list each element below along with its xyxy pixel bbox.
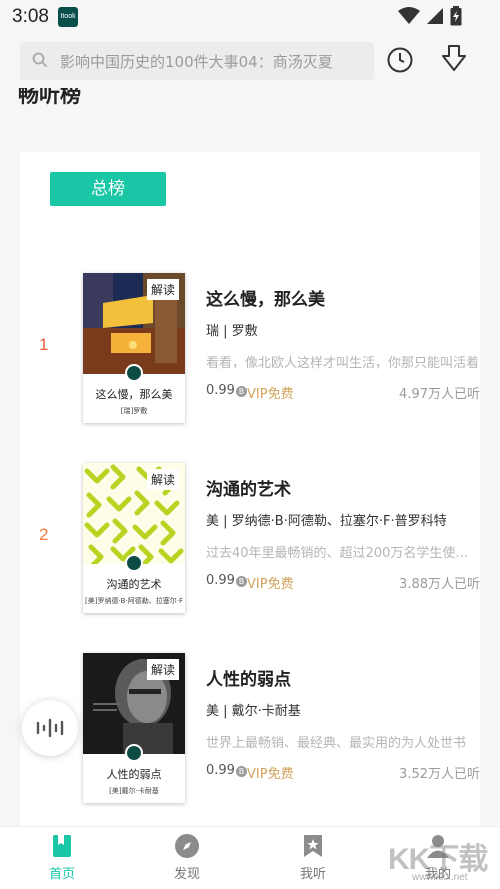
book-row[interactable]: 2 解读 沟通的艺术 [美]罗纳德·B·阿德勒、拉塞尔·F·普罗科特 沟通的艺术 bbox=[20, 463, 480, 623]
nav-discover[interactable]: 发现 bbox=[147, 833, 227, 882]
book-description: 看看，像北欧人这样才叫生活，你那只能叫活着 bbox=[206, 356, 480, 371]
cellular-signal-icon bbox=[427, 8, 443, 24]
book-cover[interactable]: 解读 这么慢，那么美 [瑞]罗敷 bbox=[83, 273, 185, 423]
cover-title: 沟通的艺术 bbox=[106, 578, 162, 591]
nav-label: 发现 bbox=[173, 867, 200, 882]
status-time: 3:08 bbox=[12, 6, 49, 27]
nav-label: 我听 bbox=[299, 867, 326, 882]
coin-icon: B bbox=[235, 386, 247, 397]
wifi-icon bbox=[398, 7, 420, 24]
compass-icon bbox=[175, 834, 199, 858]
cover-badge: 解读 bbox=[146, 659, 179, 680]
tab-total-ranking[interactable]: 总榜 bbox=[50, 172, 166, 206]
star-bookmark-icon bbox=[304, 835, 322, 857]
search-placeholder: 影响中国历史的100件大事04：商汤灭夏 bbox=[60, 53, 333, 71]
cover-author: [美]戴尔·卡耐基 bbox=[109, 787, 159, 795]
book-title[interactable]: 这么慢，那么美 bbox=[206, 285, 325, 310]
cover-badge: 解读 bbox=[146, 279, 179, 300]
status-icons bbox=[398, 6, 462, 26]
book-cover[interactable]: 解读 沟通的艺术 [美]罗纳德·B·阿德勒、拉塞尔·F·普罗科特 bbox=[83, 463, 185, 613]
ranking-card: 总榜 1 解读 这么慢，那么美 [瑞]罗敷 这么慢，那么美 瑞 | 罗敷 看看，… bbox=[20, 152, 480, 828]
vip-free-label: VIP免费 bbox=[247, 387, 294, 402]
book-author: 美 | 罗纳德·B·阿德勒、拉塞尔·F·普罗科特 bbox=[206, 514, 447, 529]
rank-number: 2 bbox=[39, 525, 49, 544]
battery-icon bbox=[450, 6, 462, 26]
publisher-logo-icon bbox=[125, 744, 143, 762]
search-icon bbox=[32, 52, 48, 68]
book-author: 美 | 戴尔·卡耐基 bbox=[206, 704, 301, 719]
cover-title: 这么慢，那么美 bbox=[95, 388, 173, 401]
watermark-url: www.kkx.net bbox=[412, 872, 468, 883]
listen-count: 4.97万人已听 bbox=[399, 387, 480, 402]
floating-player-button[interactable] bbox=[22, 700, 78, 756]
history-clock-icon[interactable] bbox=[386, 46, 414, 74]
section-title: 畅听榜 bbox=[18, 88, 81, 107]
watermark: KK下载 www.kkx.net bbox=[388, 834, 498, 888]
book-description: 世界上最畅销、最经典、最实用的为人处世书 bbox=[206, 736, 467, 751]
publisher-logo-icon bbox=[125, 554, 143, 572]
cover-author: [美]罗纳德·B·阿德勒、拉塞尔·F·普罗科特 bbox=[85, 597, 183, 605]
publisher-logo-icon bbox=[125, 364, 143, 382]
nav-my-listening[interactable]: 我听 bbox=[273, 833, 353, 882]
search-input[interactable]: 影响中国历史的100件大事04：商汤灭夏 bbox=[20, 42, 374, 80]
book-cover[interactable]: 解读 人性的弱点 [美]戴尔·卡耐基 bbox=[83, 653, 185, 803]
book-price: 0.99 B bbox=[206, 573, 247, 588]
coin-icon: B bbox=[235, 576, 247, 587]
book-price: 0.99 B bbox=[206, 763, 247, 778]
book-row[interactable]: 解读 人性的弱点 [美]戴尔·卡耐基 人性的弱点 美 | 戴尔·卡耐基 世界上最… bbox=[20, 653, 480, 813]
bookmark-icon bbox=[53, 835, 71, 857]
book-title[interactable]: 沟通的艺术 bbox=[206, 475, 291, 500]
status-bar: 3:08 Itook bbox=[0, 0, 500, 34]
book-title[interactable]: 人性的弱点 bbox=[206, 665, 291, 690]
vip-free-label: VIP免费 bbox=[247, 577, 294, 592]
book-price: 0.99 B bbox=[206, 383, 247, 398]
cover-author: [瑞]罗敷 bbox=[120, 407, 148, 415]
nav-label: 首页 bbox=[48, 867, 75, 882]
cover-title: 人性的弱点 bbox=[106, 768, 162, 781]
listen-count: 3.88万人已听 bbox=[399, 577, 480, 592]
book-row[interactable]: 1 解读 这么慢，那么美 [瑞]罗敷 这么慢，那么美 瑞 | 罗敷 看看，像北欧… bbox=[20, 273, 480, 433]
coin-icon: B bbox=[235, 766, 247, 777]
rank-number: 1 bbox=[39, 335, 49, 354]
book-author: 瑞 | 罗敷 bbox=[206, 324, 258, 339]
listen-count: 3.52万人已听 bbox=[399, 767, 480, 782]
audio-wave-icon bbox=[36, 718, 64, 738]
cover-badge: 解读 bbox=[146, 469, 179, 490]
vip-free-label: VIP免费 bbox=[247, 767, 294, 782]
top-bar: 影响中国历史的100件大事04：商汤灭夏 bbox=[0, 34, 500, 90]
app-notification-icon: Itook bbox=[58, 7, 78, 27]
book-description: 过去40年里最畅销的、超过200万名学生使用的沟通教材 bbox=[206, 546, 480, 561]
nav-home[interactable]: 首页 bbox=[22, 833, 102, 882]
download-icon[interactable] bbox=[440, 44, 468, 74]
